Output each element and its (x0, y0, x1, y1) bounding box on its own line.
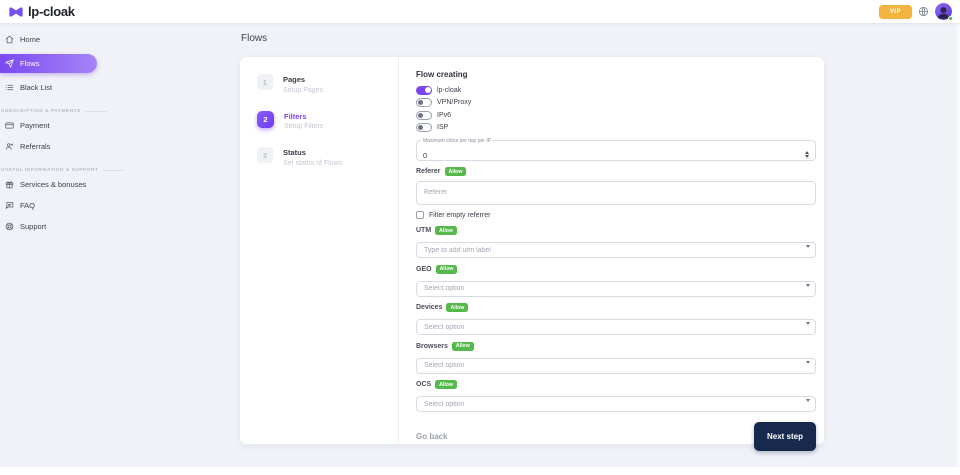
step-number: 1 (257, 74, 273, 90)
sidebar-item-label: Flows (20, 59, 40, 68)
step-title: Status (283, 147, 342, 157)
geo-label: GEO (416, 266, 432, 273)
sidebar-item-label: Referrals (20, 142, 50, 151)
step-subtitle: Setup Filters (284, 123, 323, 130)
ocs-allow-badge[interactable]: Allow (435, 380, 457, 389)
step-subtitle: Setup Pages (283, 87, 323, 94)
utm-label-row: UTM Allow (416, 227, 816, 235)
online-status-dot (948, 16, 953, 21)
language-globe-icon[interactable] (918, 6, 929, 17)
form-title: Flow creating (416, 57, 816, 79)
number-stepper-icon[interactable] (805, 151, 809, 159)
devices-select[interactable] (416, 319, 816, 335)
credit-card-icon (5, 121, 14, 130)
referer-allow-badge[interactable]: Allow (445, 167, 467, 176)
sidebar-item-home[interactable]: Home (0, 33, 235, 46)
vpn-proxy-toggle[interactable] (416, 98, 432, 107)
max-clicks-label: Maximum clicks per day per IP (421, 138, 493, 144)
utm-input[interactable] (416, 242, 816, 258)
referer-input[interactable] (416, 181, 816, 205)
gift-icon (5, 180, 14, 189)
step-title: Filters (284, 111, 323, 121)
utm-label: UTM (416, 227, 431, 234)
sidebar-item-black-list[interactable]: Black List (0, 81, 235, 94)
max-clicks-input[interactable] (423, 151, 778, 160)
filter-empty-referrer-checkbox[interactable] (416, 211, 424, 219)
geo-label-row: GEO Allow (416, 265, 816, 273)
toggle-label: lp-cloak (437, 87, 461, 94)
sidebar-item-label: Services & bonuses (20, 180, 86, 189)
bottom-strip (0, 467, 960, 475)
toggle-row-isp: ISP (416, 123, 816, 133)
step-status[interactable]: 3 Status Set status of Flows (257, 147, 398, 167)
filters-form: Flow creating lp-cloak VPN/Proxy IPv6 IS… (416, 57, 816, 451)
go-back-button[interactable]: Go back (416, 432, 448, 441)
sidebar-section-useful: USEFUL INFORMATION & SUPPORT (0, 168, 235, 173)
sidebar-item-faq[interactable]: FAQ (0, 199, 235, 212)
filter-empty-referrer-row[interactable]: Filter empty referrer (416, 211, 816, 220)
sidebar-item-label: Support (20, 222, 46, 231)
sidebar-item-services[interactable]: Services & bonuses (0, 178, 235, 191)
step-title: Pages (283, 74, 323, 84)
toggle-label: ISP (437, 124, 448, 131)
sidebar: Home Flows Black List SUBSCRIPTION & PAY… (0, 23, 235, 233)
toggle-row-vpn-proxy: VPN/Proxy (416, 98, 816, 108)
sidebar-item-label: Black List (20, 83, 52, 92)
step-pages[interactable]: 1 Pages Setup Pages (257, 74, 398, 94)
sidebar-item-support[interactable]: Support (0, 220, 235, 233)
sidebar-item-label: FAQ (20, 201, 35, 210)
bowtie-mask-icon (8, 6, 24, 18)
chat-icon (5, 201, 14, 210)
browsers-allow-badge[interactable]: Allow (452, 342, 474, 351)
referer-label-row: Referer Allow (416, 168, 816, 176)
ocs-label: OCS (416, 381, 431, 388)
ipv6-toggle[interactable] (416, 111, 432, 120)
filter-empty-referrer-label: Filter empty referrer (429, 212, 490, 219)
user-avatar[interactable] (935, 3, 952, 20)
next-step-button[interactable]: Next step (754, 422, 816, 451)
toggle-label: IPv6 (437, 112, 451, 119)
lp-cloak-toggle[interactable] (416, 86, 432, 95)
card-divider (398, 57, 399, 444)
referer-label: Referer (416, 168, 441, 175)
sidebar-item-payment[interactable]: Payment (0, 119, 235, 132)
page-title: Flows (241, 33, 267, 44)
utm-allow-badge[interactable]: Allow (435, 226, 457, 235)
toggle-row-lp-cloak: lp-cloak (416, 85, 816, 95)
app-logo[interactable]: lp-cloak (8, 4, 75, 19)
logo-text: lp-cloak (28, 4, 75, 19)
browsers-label-row: Browsers Allow (416, 342, 816, 350)
ocs-label-row: OCS Allow (416, 381, 816, 389)
sidebar-item-referrals[interactable]: Referrals (0, 140, 235, 153)
step-number: 3 (257, 147, 273, 163)
toggle-label: VPN/Proxy (437, 99, 471, 106)
top-header: lp-cloak VIP (0, 0, 960, 23)
geo-select[interactable] (416, 281, 816, 297)
step-filters[interactable]: 2 Filters Setup Filters (257, 111, 398, 131)
sidebar-item-label: Home (20, 35, 40, 44)
lifebuoy-icon (5, 222, 14, 231)
step-subtitle: Set status of Flows (283, 160, 342, 167)
paper-plane-icon (5, 59, 14, 68)
geo-allow-badge[interactable]: Allow (436, 265, 458, 274)
browsers-select[interactable] (416, 358, 816, 374)
devices-label-row: Devices Allow (416, 304, 816, 312)
sidebar-section-subscription: SUBSCRIPTION & PAYMENTS (0, 109, 235, 114)
home-icon (5, 35, 14, 44)
stepper: 1 Pages Setup Pages 2 Filters Setup Filt… (240, 74, 398, 167)
vip-button[interactable]: VIP (879, 5, 912, 19)
step-number: 2 (257, 111, 274, 128)
flow-creating-card: 1 Pages Setup Pages 2 Filters Setup Filt… (240, 57, 824, 444)
sidebar-item-label: Payment (20, 121, 50, 130)
devices-label: Devices (416, 304, 442, 311)
browsers-label: Browsers (416, 343, 448, 350)
ocs-select[interactable] (416, 396, 816, 412)
list-icon (5, 83, 14, 92)
devices-allow-badge[interactable]: Allow (446, 303, 468, 312)
person-add-icon (5, 142, 14, 151)
sidebar-item-flows[interactable]: Flows (0, 54, 97, 73)
toggle-row-ipv6: IPv6 (416, 110, 816, 120)
isp-toggle[interactable] (416, 123, 432, 132)
max-clicks-field: Maximum clicks per day per IP (416, 138, 816, 161)
